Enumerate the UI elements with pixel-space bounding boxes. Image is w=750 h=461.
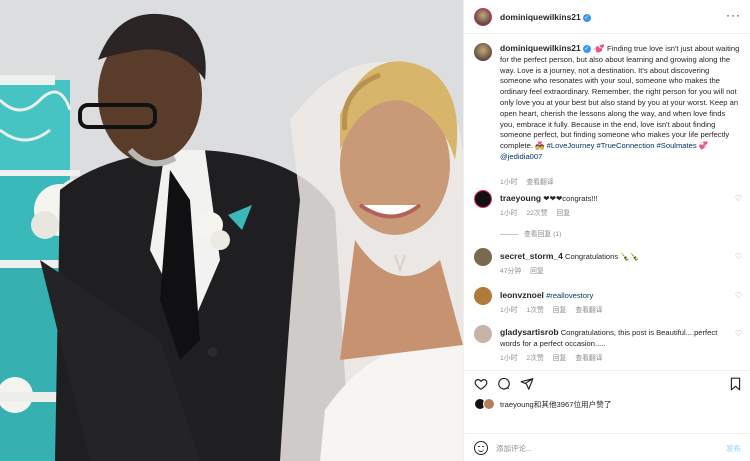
comment-item: traeyoung ❤❤❤congrats!!! ♡ 1小时 22次赞 回复 查看回… (464, 190, 750, 250)
bookmark-icon[interactable] (729, 377, 742, 391)
post-photo[interactable] (0, 0, 463, 461)
author-username-text[interactable]: dominiquewilkins21 (500, 12, 581, 22)
comment-heart-icon[interactable]: ♡ (735, 252, 742, 261)
emoji-icon[interactable] (474, 441, 488, 455)
caption-time: 1小时 (500, 179, 518, 186)
comments-scroll[interactable]: dominiquewilkins21 ✓ ·💕 Finding true love… (464, 35, 750, 367)
view-replies[interactable]: 查看回复 (1) (500, 228, 561, 238)
liker-avatar (483, 398, 495, 410)
caption-username[interactable]: dominiquewilkins21 (500, 43, 581, 53)
caption-translate[interactable]: 查看翻译 (526, 179, 553, 186)
bride (280, 61, 463, 461)
comment-heart-icon[interactable]: ♡ (735, 329, 742, 338)
comment-meta: 1小时 22次赞 回复 (500, 207, 579, 217)
liker-avatars (474, 398, 498, 410)
comment-heart-icon[interactable]: ♡ (735, 291, 742, 300)
comment-item: secret_storm_4 Congratulations 🍾🍾 ♡ 47分钟… (464, 248, 750, 280)
comment-time: 47分钟 (500, 268, 522, 275)
post-detail-panel: dominiquewilkins21 ✓ ··· dominiquewilkins… (463, 0, 750, 461)
caption-text: Finding true love isn't just about waiti… (500, 44, 740, 151)
verified-icon: ✓ (582, 45, 591, 53)
caption-body: dominiquewilkins21 ✓ ·💕 Finding true love… (500, 43, 740, 163)
comment-time: 1小时 (500, 210, 518, 217)
comment-avatar[interactable] (474, 325, 492, 343)
caption-suffix-emoji: 💑 (535, 141, 545, 151)
author-avatar-small[interactable] (474, 43, 492, 61)
comment-meta: 47分钟 回复 (500, 265, 553, 275)
comment-likes[interactable]: 1次赞 (526, 307, 543, 314)
view-replies-line (500, 233, 518, 235)
comment-body: leonvznoel #reallovestory (500, 290, 740, 302)
caption-hashtag-emoji: 💞 (698, 141, 709, 151)
author-username[interactable]: dominiquewilkins21 ✓ (500, 12, 591, 22)
comment-username[interactable]: leonvznoel (500, 290, 544, 300)
comment-meta: 1小时 1次赞 回复 查看翻译 (500, 304, 612, 314)
comment-likes[interactable]: 22次赞 (526, 210, 547, 217)
comment-text[interactable]: #reallovestory (546, 291, 593, 300)
add-comment-bar: 发布 (464, 433, 750, 461)
comment-translate[interactable]: 查看翻译 (575, 355, 602, 362)
comment-body: gladysartisrob Congratulations, this pos… (500, 327, 735, 350)
caption: dominiquewilkins21 ✓ ·💕 Finding true love… (464, 43, 750, 186)
comment-heart-icon[interactable]: ♡ (735, 194, 742, 203)
more-icon[interactable]: ··· (726, 8, 741, 22)
comment-reply[interactable]: 回复 (553, 355, 567, 362)
comment-likes[interactable]: 2次赞 (526, 355, 543, 362)
comment-icon[interactable] (497, 377, 511, 391)
comment-reply[interactable]: 回复 (557, 210, 571, 217)
comment-body: secret_storm_4 Congratulations 🍾🍾 (500, 251, 740, 263)
comment-username[interactable]: traeyoung (500, 193, 541, 203)
caption-hashtags[interactable]: #LoveJourney #TrueConnection #Soulmates (547, 141, 697, 150)
wedding-photo (0, 0, 463, 461)
comment-reply[interactable]: 回复 (530, 268, 544, 275)
comment-item: leonvznoel #reallovestory ♡ 1小时 1次赞 回复 查看翻译 (464, 287, 750, 319)
caption-mention[interactable]: @jedidia007 (500, 152, 542, 161)
comment-reply[interactable]: 回复 (553, 307, 567, 314)
comment-username[interactable]: gladysartisrob (500, 327, 559, 337)
heart-icon[interactable] (474, 377, 488, 391)
add-comment-input[interactable] (496, 440, 696, 456)
comment-item: gladysartisrob Congratulations, this pos… (464, 325, 750, 365)
comment-avatar[interactable] (474, 190, 492, 208)
comment-avatar[interactable] (474, 287, 492, 305)
author-avatar[interactable] (474, 8, 492, 26)
comment-text: Congratulations 🍾🍾 (564, 252, 640, 261)
comment-translate[interactable]: 查看翻译 (575, 307, 602, 314)
comment-time: 1小时 (500, 307, 518, 314)
caption-meta: 1小时 查看翻译 (500, 176, 563, 186)
comment-meta: 1小时 2次赞 回复 查看翻译 (500, 352, 612, 362)
caption-prefix-emoji: ·💕 (592, 44, 605, 53)
post-header: dominiquewilkins21 ✓ ··· (464, 0, 750, 34)
action-bar (464, 370, 750, 396)
comment-avatar[interactable] (474, 248, 492, 266)
likes-text[interactable]: traeyoung和其他3967位用户赞了 (500, 399, 611, 410)
comment-time: 1小时 (500, 355, 518, 362)
share-icon[interactable] (520, 377, 534, 391)
comment-body: traeyoung ❤❤❤congrats!!! (500, 193, 740, 205)
view-replies-text[interactable]: 查看回复 (1) (524, 231, 561, 238)
comment-username[interactable]: secret_storm_4 (500, 251, 563, 261)
comment-text: ❤❤❤congrats!!! (543, 194, 598, 203)
verified-icon: ✓ (582, 13, 591, 22)
post-comment-button[interactable]: 发布 (726, 443, 741, 454)
